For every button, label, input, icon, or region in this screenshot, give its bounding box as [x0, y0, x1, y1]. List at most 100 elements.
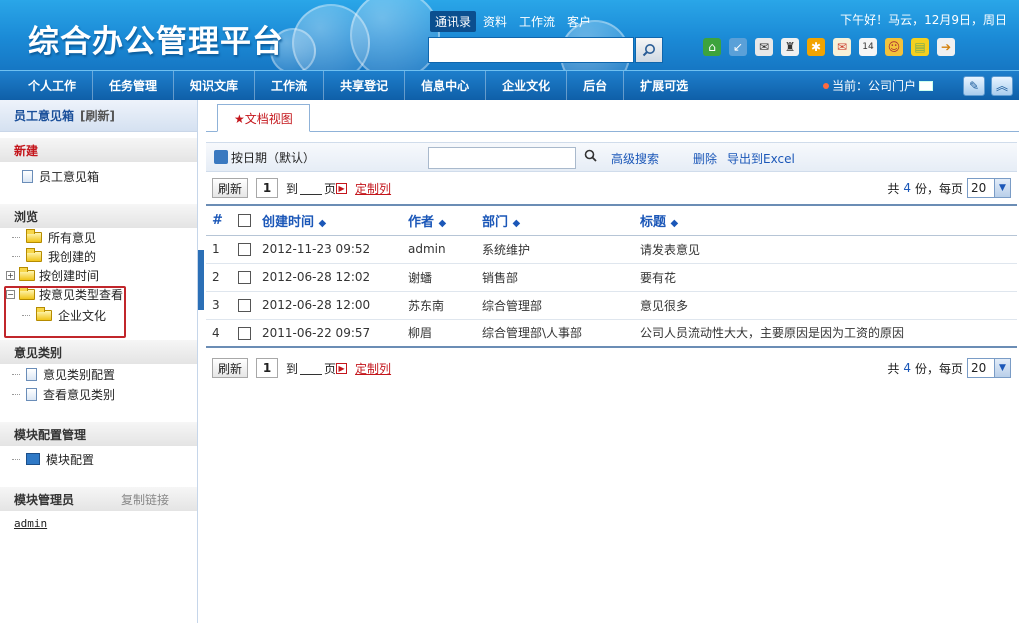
current-portal-label: 当前：公司门户	[831, 79, 916, 93]
row-checkbox-cell	[238, 235, 262, 264]
row-title-link[interactable]: 要有花	[640, 263, 1017, 292]
folder-icon	[19, 267, 35, 281]
table-row[interactable]: 1 2012-11-23 09:52 admin 系统维护 请发表意见	[206, 235, 1017, 264]
search-icon[interactable]	[584, 149, 597, 166]
nav-corporate-culture[interactable]: 企业文化	[486, 71, 568, 100]
goto-arrow-icon[interactable]: ▶	[336, 362, 348, 374]
col-header-department[interactable]: 部门 ◆	[482, 204, 640, 236]
row-title-link[interactable]: 公司人员流动性大大，主要原因是因为工资的原因	[640, 319, 1017, 348]
envelope-icon[interactable]: ✉	[833, 38, 851, 56]
advanced-search-link[interactable]: 高级搜索	[611, 150, 659, 167]
row-checkbox[interactable]	[238, 299, 251, 312]
admin-user-link[interactable]: admin	[0, 517, 197, 530]
folder-icon	[26, 248, 42, 262]
custom-columns-link[interactable]: 定制列	[355, 180, 391, 197]
list-search-input[interactable]	[428, 147, 576, 169]
sidebar-item-module-config[interactable]: 模块配置	[0, 449, 197, 469]
nav-backend[interactable]: 后台	[567, 71, 625, 100]
nav-personal-work[interactable]: 个人工作	[12, 71, 94, 100]
collapse-up-icon[interactable]: ︽	[991, 75, 1013, 96]
total-count: 4	[903, 181, 911, 195]
top-tab-workflow[interactable]: 工作流	[514, 11, 560, 32]
pager-bottom: 刷新 1 到 页 ▶ 定制列 共 4 份，每页 20 ▼	[206, 356, 1017, 380]
row-title-link[interactable]: 请发表意见	[640, 235, 1017, 264]
pen-icon[interactable]: ✎	[963, 75, 985, 96]
col-header-created-time[interactable]: 创建时间 ◆	[262, 204, 408, 236]
row-author: admin	[408, 235, 482, 264]
export-excel-link[interactable]: 导出到Excel	[727, 150, 795, 167]
current-portal[interactable]: 当前：公司门户	[822, 77, 933, 94]
row-checkbox[interactable]	[238, 243, 251, 256]
sidebar-item-view-category[interactable]: 查看意见类别	[0, 384, 197, 404]
expand-plus-icon[interactable]: +	[6, 271, 15, 280]
header-search-input[interactable]	[428, 37, 634, 63]
table-row[interactable]: 2 2012-06-28 12:02 谢蟠 销售部 要有花	[206, 263, 1017, 292]
toolbar-icons: ⌂ ↙ ✉ ♜ ✱ ✉ 14 ☺ ▤ ➔	[703, 38, 955, 56]
sidebar-refresh-link[interactable]: [刷新]	[80, 107, 115, 124]
tree-line	[12, 393, 20, 395]
col-header-checkbox	[238, 204, 262, 236]
main-nav: 个人工作 任务管理 知识文库 工作流 共享登记 信息中心 企业文化 后台 扩展可…	[0, 70, 1019, 100]
tab-document-view[interactable]: ★文档视图	[217, 104, 310, 132]
col-header-num: #	[206, 204, 238, 236]
header-search-button[interactable]	[635, 37, 663, 63]
sort-icon: ◆	[670, 217, 679, 229]
col-header-author[interactable]: 作者 ◆	[408, 204, 482, 236]
sidebar-item-category-config[interactable]: 意见类别配置	[0, 364, 197, 384]
nav-info-center[interactable]: 信息中心	[405, 71, 487, 100]
row-checkbox[interactable]	[238, 271, 251, 284]
custom-columns-link[interactable]: 定制列	[355, 360, 391, 377]
copy-link-button[interactable]: 复制链接	[121, 491, 169, 508]
exit-icon[interactable]: ➔	[937, 38, 955, 56]
row-created-time: 2011-06-22 09:57	[262, 319, 408, 348]
col-header-label: 标题	[640, 214, 667, 230]
sidebar-item-by-created-time[interactable]: + 按创建时间	[0, 266, 197, 285]
current-page-number[interactable]: 1	[256, 178, 279, 198]
sidebar-item-all-opinions[interactable]: 所有意见	[0, 228, 197, 247]
goto-page-input[interactable]	[300, 361, 323, 375]
per-page-select[interactable]: 20 ▼	[967, 358, 1011, 378]
user-icon[interactable]: ☺	[885, 38, 903, 56]
calendar-icon[interactable]: 14	[859, 38, 877, 56]
sidebar-head-category: 意见类别	[0, 340, 197, 364]
current-page-number[interactable]: 1	[256, 358, 279, 378]
page-unit-label: 页	[324, 181, 337, 196]
nav-extensions[interactable]: 扩展可选	[624, 71, 704, 100]
row-title-link[interactable]: 意见很多	[640, 291, 1017, 320]
nav-task-management[interactable]: 任务管理	[93, 71, 175, 100]
arrows-icon[interactable]: ↙	[729, 38, 747, 56]
nav-knowledge-base[interactable]: 知识文库	[174, 71, 256, 100]
mail-icon[interactable]: ✉	[755, 38, 773, 56]
gear-icon[interactable]: ✱	[807, 38, 825, 56]
sidebar-collapse-handle[interactable]	[198, 250, 204, 310]
col-header-title[interactable]: 标题 ◆	[640, 204, 1017, 236]
opinion-table: # 创建时间 ◆ 作者 ◆ 部门 ◆ 标题 ◆ 1 2012-11-23 09:…	[206, 204, 1017, 348]
total-suffix: 份，每页	[914, 181, 963, 196]
home-icon[interactable]: ⌂	[703, 38, 721, 56]
shirt-icon[interactable]: ♜	[781, 38, 799, 56]
top-tab-docs[interactable]: 资料	[478, 11, 512, 32]
goto-arrow-icon[interactable]: ▶	[336, 182, 348, 194]
refresh-button[interactable]: 刷新	[212, 358, 249, 378]
select-all-checkbox[interactable]	[238, 213, 251, 227]
delete-link[interactable]: 删除	[693, 150, 717, 167]
table-row[interactable]: 3 2012-06-28 12:00 苏东南 综合管理部 意见很多	[206, 291, 1017, 320]
sort-by-date-button[interactable]: 按日期（默认）	[214, 149, 315, 166]
refresh-button[interactable]: 刷新	[212, 178, 249, 198]
sidebar-section-module: 模块配置管理 模块配置	[0, 422, 197, 469]
per-page-select[interactable]: 20 ▼	[967, 178, 1011, 198]
row-checkbox[interactable]	[238, 326, 251, 340]
sidebar-item-my-created[interactable]: 我创建的	[0, 247, 197, 266]
top-tab-contacts[interactable]: 通讯录	[430, 11, 477, 32]
goto-page-input[interactable]	[300, 181, 323, 195]
nav-shared-registry[interactable]: 共享登记	[324, 71, 406, 100]
sidebar-item-label: 员工意见箱	[39, 169, 100, 184]
table-row[interactable]: 4 2011-06-22 09:57 柳眉 综合管理部\人事部 公司人员流动性大…	[206, 319, 1017, 348]
total-suffix: 份，每页	[914, 361, 963, 376]
note-icon[interactable]: ▤	[911, 38, 929, 56]
sidebar-head-browse: 浏览	[0, 204, 197, 228]
nav-workflow[interactable]: 工作流	[255, 71, 325, 100]
top-tab-customers[interactable]: 客户	[562, 11, 596, 32]
sidebar-item-employee-box[interactable]: 员工意见箱	[0, 166, 197, 186]
sidebar-head-new[interactable]: 新建	[0, 138, 197, 162]
